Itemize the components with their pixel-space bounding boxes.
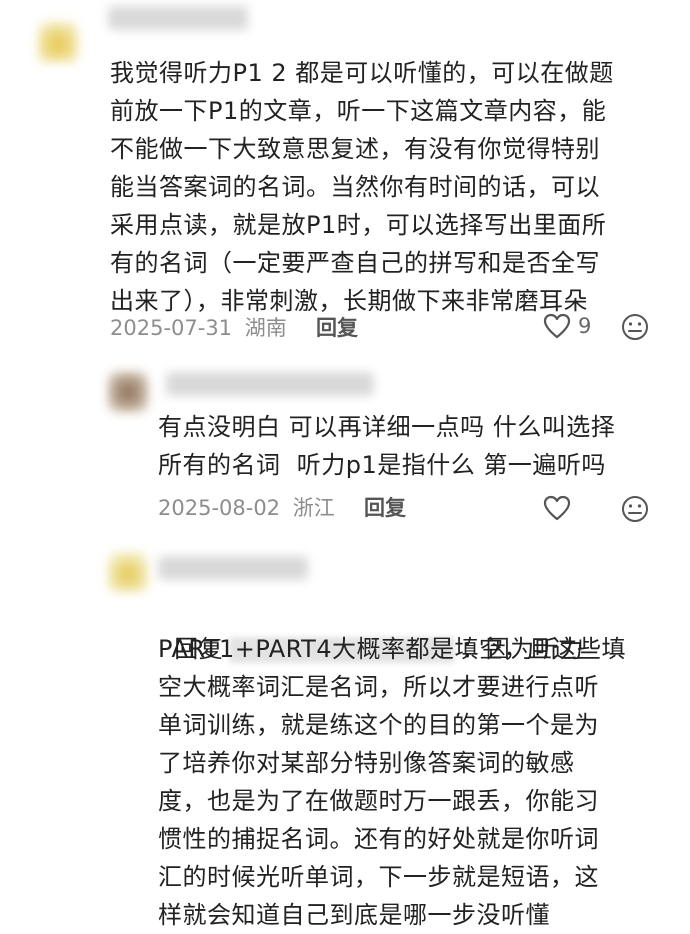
meh-face-icon[interactable]: [620, 494, 650, 524]
reply-button[interactable]: 回复: [316, 312, 358, 342]
username[interactable]: [158, 556, 308, 580]
comment-location: 湖南: [244, 316, 287, 340]
comment-date: 2025-07-31: [110, 316, 233, 340]
comment-date: 2025-08-02: [158, 496, 281, 520]
comment-meta: 2025-07-31 湖南: [110, 312, 287, 342]
heart-icon[interactable]: [542, 494, 572, 522]
heart-icon: [543, 313, 571, 339]
avatar[interactable]: [108, 552, 148, 592]
reply-text: 有点没明白 可以再详细一点吗 什么叫选择 所有的名词 听力p1是指什么 第一遍听…: [158, 413, 616, 479]
reply-button[interactable]: 回复: [364, 492, 406, 522]
avatar[interactable]: [38, 22, 78, 62]
meh-face-icon[interactable]: [620, 312, 650, 342]
username[interactable]: [166, 372, 374, 396]
comment-text: 我觉得听力P1 2 都是可以听懂的，可以在做题 前放一下P1的文章，听一下这篇文…: [110, 59, 614, 315]
comment-meta: 2025-08-02 浙江: [158, 492, 335, 522]
like-count: 9: [578, 314, 592, 338]
comment-location: 浙江: [292, 496, 335, 520]
avatar[interactable]: [108, 372, 148, 412]
username[interactable]: [108, 6, 248, 30]
like-button[interactable]: 9: [542, 312, 591, 340]
reply-text: PART1+PART4大概率都是填空，且这些填 空大概率词汇是名词，所以才要进行…: [158, 635, 627, 929]
